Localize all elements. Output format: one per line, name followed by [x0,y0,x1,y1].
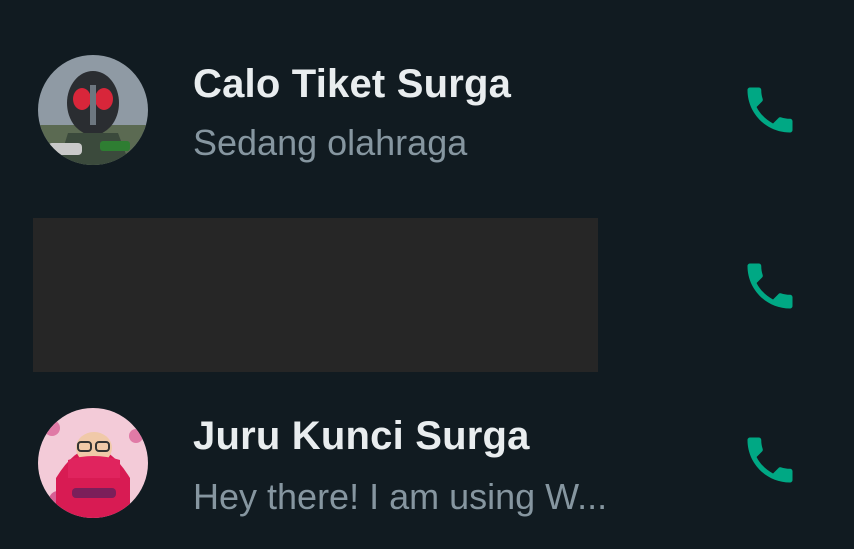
contact-name: Calo Tiket Surga [193,62,512,106]
voice-call-button[interactable] [740,256,800,316]
avatar[interactable] [38,55,148,165]
contact-status: Hey there! I am using W... [193,476,608,517]
voice-call-button[interactable] [740,430,800,490]
avatar-image [38,55,148,165]
redacted-contact-block [33,218,598,372]
contact-row[interactable]: Juru Kunci Surga Hey there! I am using W… [0,374,854,549]
avatar[interactable] [38,408,148,518]
phone-icon [747,263,793,309]
contact-name: Juru Kunci Surga [193,414,530,458]
voice-call-button[interactable] [740,80,800,140]
phone-icon [747,87,793,133]
avatar-image [38,408,148,518]
contact-list: Calo Tiket Surga Sedang olahraga Juru Ku… [0,0,854,549]
phone-icon [747,437,793,483]
contact-status: Sedang olahraga [193,122,468,163]
contact-row[interactable]: Calo Tiket Surga Sedang olahraga [0,0,854,175]
